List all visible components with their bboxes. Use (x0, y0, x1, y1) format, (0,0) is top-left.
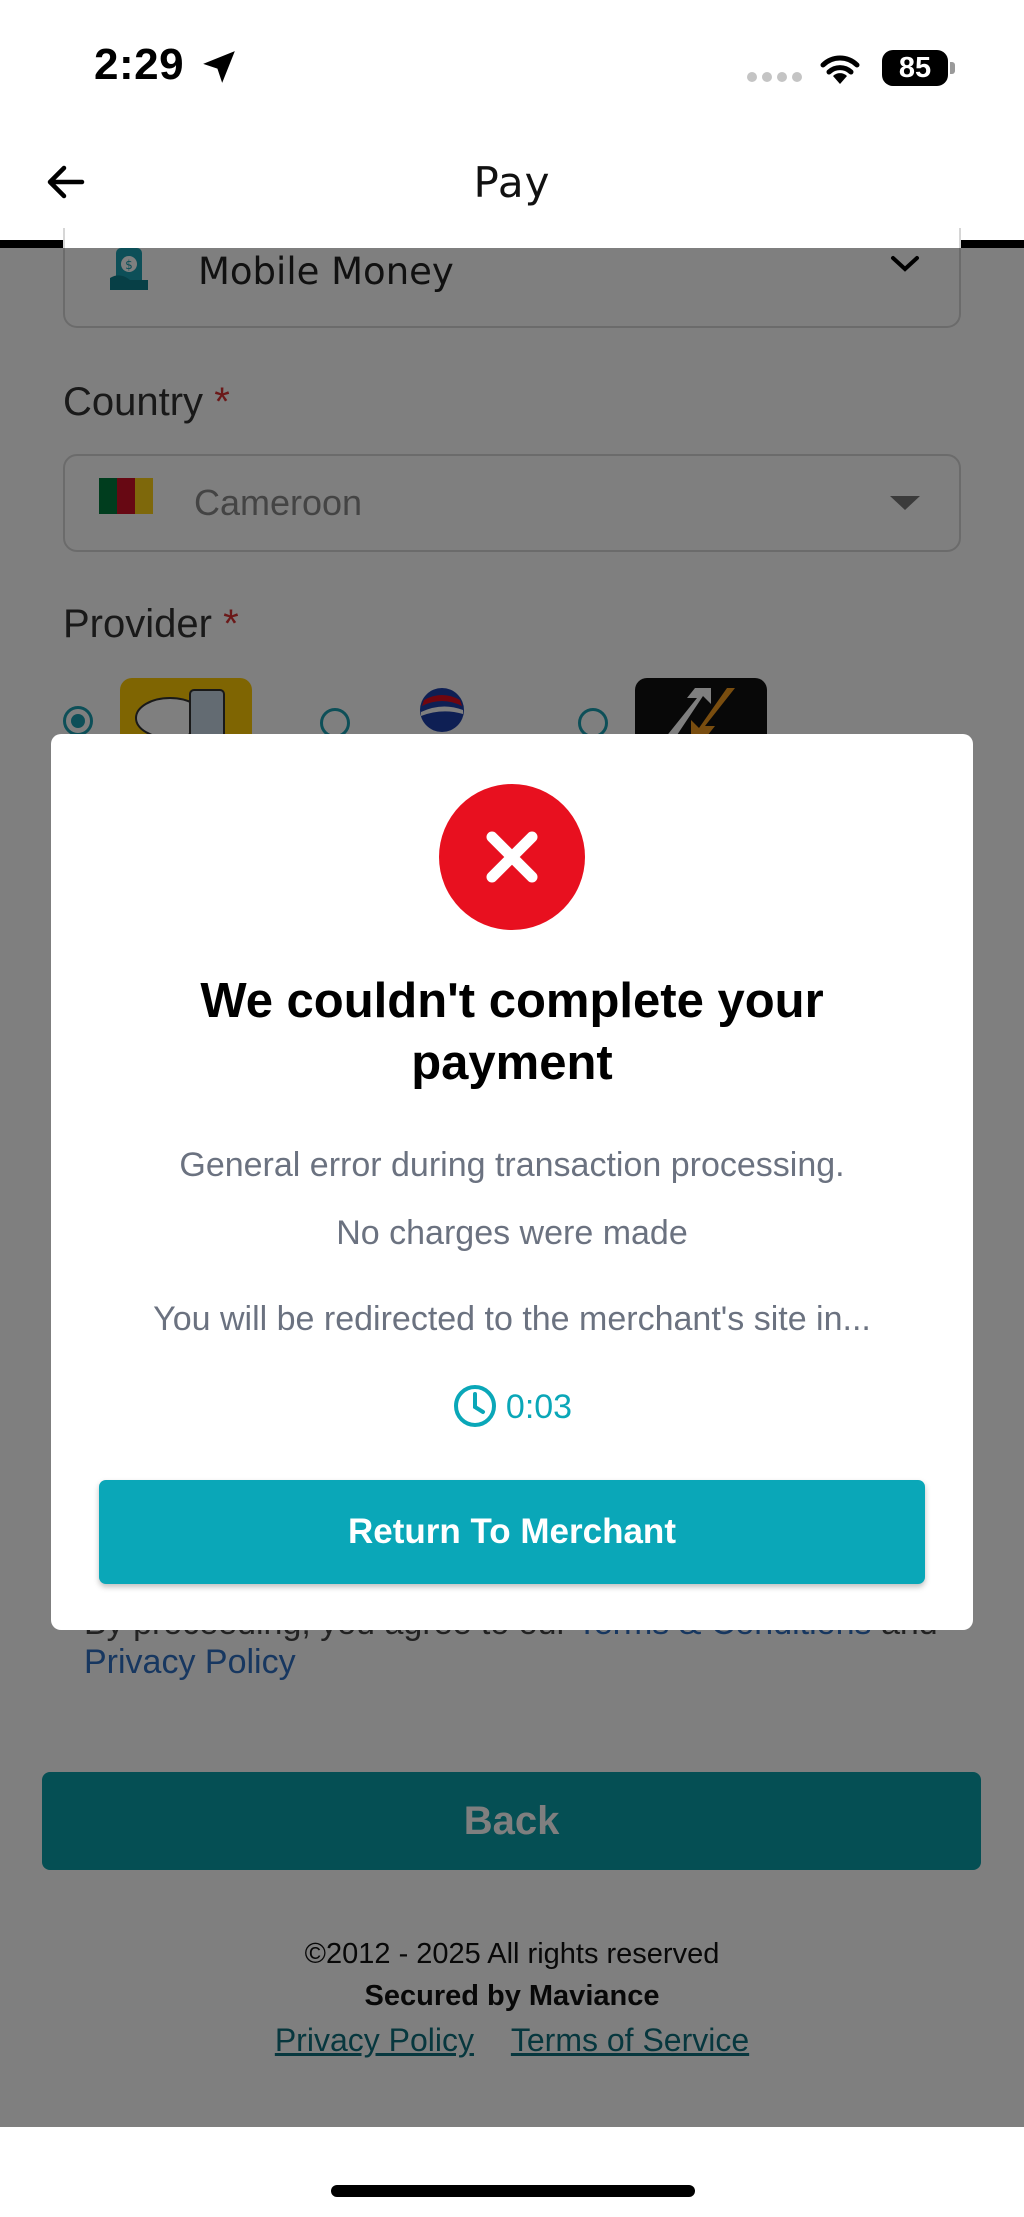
countdown-value: 0:03 (505, 1387, 573, 1426)
status-time: 2:29 (94, 40, 185, 89)
no-charge-message: No charges were made (336, 1214, 688, 1252)
error-message: General error during transaction process… (179, 1146, 845, 1184)
error-icon (439, 784, 585, 930)
return-to-merchant-button[interactable]: Return To Merchant (99, 1480, 925, 1584)
home-indicator-area (0, 2127, 1024, 2217)
close-x-icon (486, 831, 538, 883)
battery-indicator: 85 (882, 50, 956, 86)
location-arrow-icon (203, 51, 235, 83)
battery-level: 85 (898, 52, 932, 84)
wifi-icon (820, 55, 860, 84)
page-title: Pay (473, 158, 551, 207)
cellular-signal-icon (747, 72, 802, 82)
redirect-message: You will be redirected to the merchant's… (153, 1300, 871, 1338)
home-indicator[interactable] (331, 2185, 695, 2197)
payment-error-dialog: We couldn't complete your payment Genera… (51, 734, 973, 1630)
countdown-timer: 0:03 (51, 1385, 973, 1432)
dialog-title: We couldn't complete your payment (200, 974, 824, 1090)
clock-icon (453, 1385, 496, 1427)
